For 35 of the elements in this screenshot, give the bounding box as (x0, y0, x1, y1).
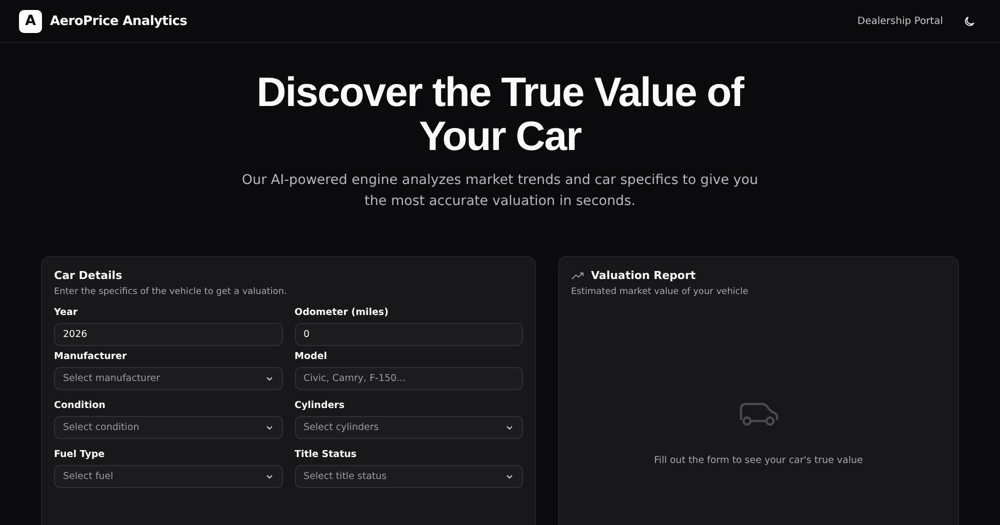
hero-subtitle: Our AI-powered engine analyzes market trends and car specifics to give you (240, 171, 760, 190)
chevron-down-icon (264, 423, 274, 432)
trend-up-icon (571, 270, 584, 280)
select-field[interactable]: Select condition (54, 416, 282, 439)
field-label: Year (54, 307, 79, 318)
nav-link[interactable]: Dealership Portal (857, 16, 943, 26)
hero-title: Your Car (418, 114, 582, 158)
chevron-down-icon (505, 423, 514, 432)
field-label: Manufacturer (54, 351, 128, 362)
chevron-down-icon (505, 472, 514, 481)
field-label: Condition (54, 400, 106, 411)
input-field[interactable]: 0 (294, 323, 523, 346)
input-field[interactable]: 2026 (54, 323, 282, 346)
field-label: Model (294, 351, 328, 362)
card-title: Valuation Report (591, 269, 696, 282)
field-label: Cylinders (294, 400, 346, 411)
brand-name: AeroPrice Analytics (50, 14, 188, 28)
select-field[interactable]: Select title status (294, 465, 523, 488)
field-label: Fuel Type (54, 449, 106, 460)
hero-subtitle: the most accurate valuation in seconds. (364, 192, 636, 211)
chevron-down-icon (264, 374, 274, 383)
empty-state-message: Fill out the form to see your car's true value (654, 455, 863, 466)
field-label: Odometer (miles) (294, 307, 390, 318)
card-description: Estimated market value of your vehicle (571, 287, 750, 297)
logo-icon: A (19, 10, 42, 32)
select-field[interactable]: Select fuel (54, 465, 282, 488)
select-field[interactable]: Select manufacturer (54, 367, 282, 390)
chevron-down-icon (264, 472, 274, 481)
hero-title: Discover the True Value of (256, 70, 746, 114)
moon-icon[interactable] (963, 14, 976, 28)
card-description: Enter the specifics of the vehicle to get a valuation. (54, 287, 288, 297)
field-label: Title Status (294, 449, 358, 460)
input-field[interactable]: Civic, Camry, F-150... (294, 367, 523, 390)
select-field[interactable]: Select cylinders (294, 416, 523, 439)
card-title: Car Details (54, 269, 122, 282)
